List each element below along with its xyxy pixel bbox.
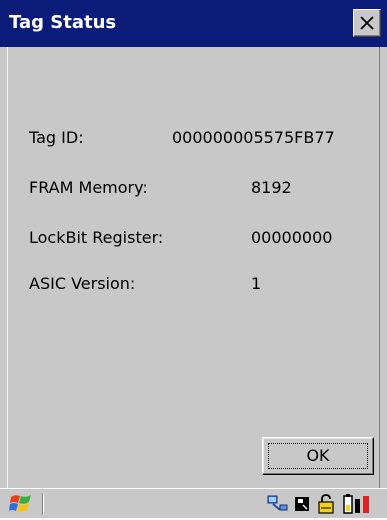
tag-id-label: Tag ID:: [29, 128, 84, 147]
network-connection-icon[interactable]: [267, 494, 289, 514]
title-bar: Tag Status: [0, 0, 387, 47]
dialog-content: [7, 47, 380, 488]
close-icon: [360, 16, 374, 30]
asic-version-label: ASIC Version:: [29, 274, 136, 293]
close-button[interactable]: [353, 9, 381, 37]
tag-status-dialog: Tag Status Tag ID: 000000005575FB77 FRAM…: [0, 0, 387, 518]
fram-memory-value: 8192: [251, 178, 292, 197]
lockbit-register-value: 00000000: [251, 228, 333, 247]
start-button[interactable]: [8, 492, 38, 516]
lockbit-register-label: LockBit Register:: [29, 228, 164, 247]
ok-button[interactable]: OK: [262, 437, 374, 475]
tag-id-value: 000000005575FB77: [172, 128, 335, 147]
windows-flag-icon: [9, 495, 31, 512]
asic-version-value: 1: [251, 274, 262, 293]
taskbar: [0, 488, 387, 518]
fram-memory-label: FRAM Memory:: [29, 178, 148, 197]
window-title: Tag Status: [9, 12, 117, 33]
ok-button-label: OK: [306, 446, 330, 465]
input-panel-icon[interactable]: [292, 494, 314, 514]
lock-icon[interactable]: [316, 494, 338, 514]
battery-icon[interactable]: [341, 494, 379, 514]
taskbar-separator: [42, 493, 44, 515]
